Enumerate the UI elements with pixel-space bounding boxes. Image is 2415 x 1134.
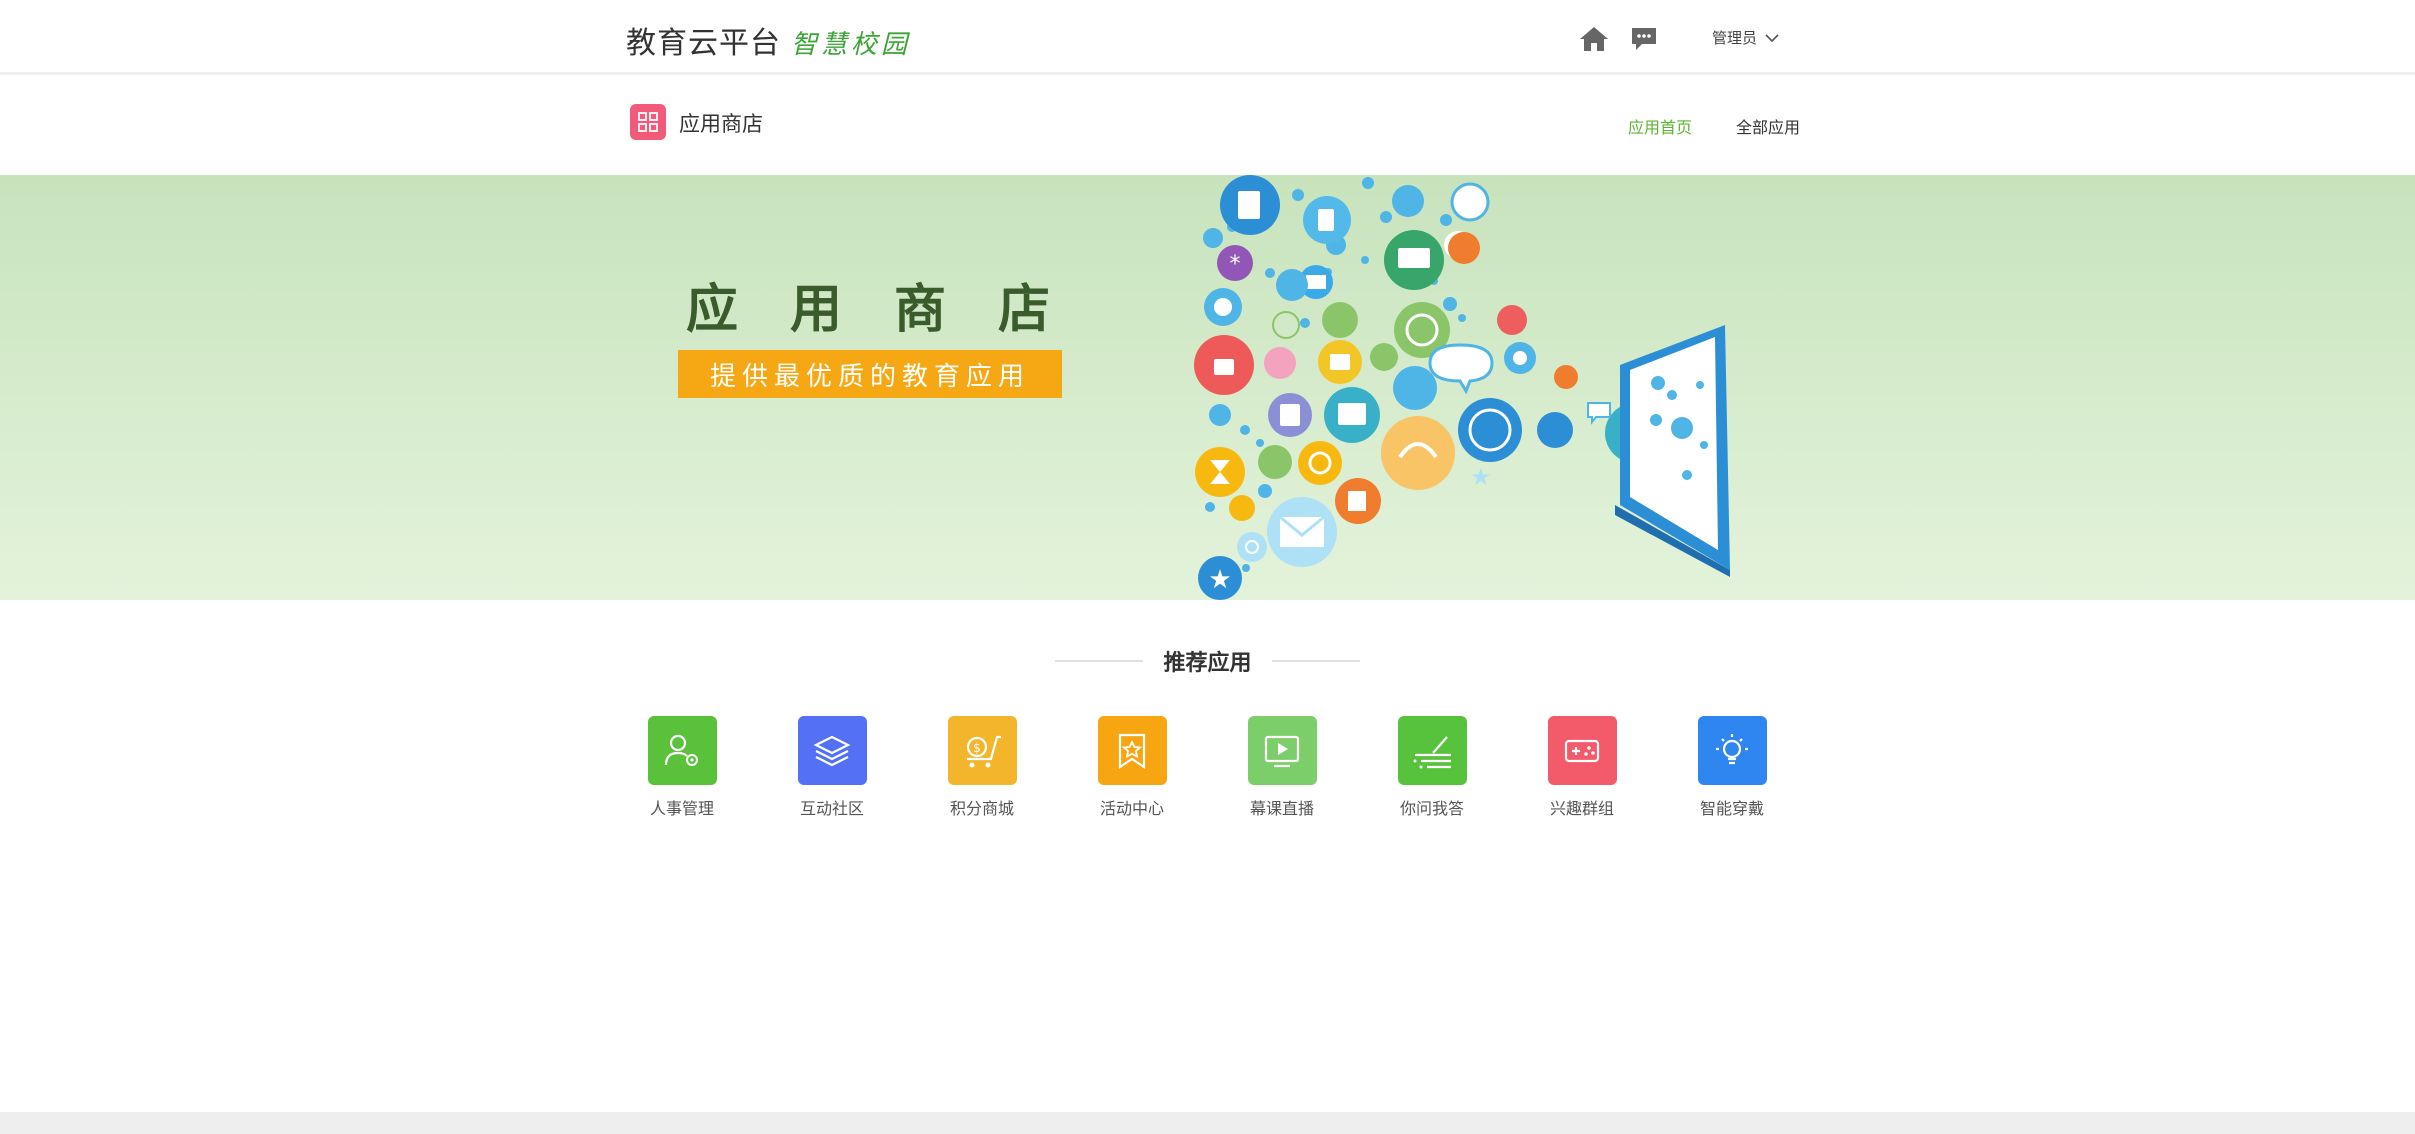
bulb-icon bbox=[1697, 716, 1767, 785]
banner-illustration: * ★ ★ bbox=[1194, 175, 1730, 600]
star-bookmark-icon bbox=[1097, 716, 1167, 785]
cart-coin-icon: $ bbox=[947, 716, 1017, 785]
recommended-title: 推荐应用 bbox=[1163, 651, 1252, 676]
store-title: 应用商店 bbox=[679, 112, 763, 136]
brand-sub-text: 智慧校园 bbox=[791, 30, 912, 60]
app-tile-smart-wearable[interactable]: 智能穿戴 bbox=[1657, 716, 1807, 819]
app-label: 智能穿戴 bbox=[1699, 799, 1764, 818]
play-screen-icon bbox=[1247, 716, 1317, 785]
banner-title: 应用商店 bbox=[686, 279, 1103, 340]
footer-strip bbox=[0, 1112, 2415, 1134]
svg-text:*: * bbox=[1230, 252, 1241, 277]
app-label: 互动社区 bbox=[799, 799, 864, 818]
store-subnav bbox=[0, 78, 2415, 175]
app-tile-points-mall[interactable]: $ 积分商城 bbox=[907, 716, 1057, 819]
app-label: 活动中心 bbox=[1099, 799, 1164, 818]
app-label: 积分商城 bbox=[949, 799, 1014, 818]
pen-list-icon bbox=[1397, 716, 1467, 785]
message-icon[interactable] bbox=[1628, 24, 1660, 54]
recommended-header: 推荐应用 bbox=[0, 645, 2415, 677]
app-label: 幕课直播 bbox=[1249, 799, 1314, 818]
divider-left bbox=[1055, 660, 1144, 662]
svg-text:$: $ bbox=[973, 741, 981, 755]
user-label: 管理员 bbox=[1712, 29, 1758, 47]
app-grid-icon bbox=[630, 104, 666, 140]
app-tile-hr[interactable]: 人事管理 bbox=[607, 716, 757, 819]
brand-main-text: 教育云平台 bbox=[626, 26, 781, 61]
app-tile-interest-group[interactable]: 兴趣群组 bbox=[1507, 716, 1657, 819]
app-tile-qa[interactable]: 你问我答 bbox=[1357, 716, 1507, 819]
chevron-down-icon bbox=[1765, 33, 1779, 42]
home-icon[interactable] bbox=[1578, 24, 1610, 54]
layers-icon bbox=[797, 716, 867, 785]
svg-text:★: ★ bbox=[1470, 463, 1492, 491]
app-label: 兴趣群组 bbox=[1549, 799, 1614, 818]
tablet-graphic bbox=[1615, 325, 1730, 577]
banner-subtitle: 提供最优质的教育应用 bbox=[678, 350, 1062, 398]
store-nav: 应用首页 全部应用 bbox=[1628, 114, 1800, 138]
nav-link-app-home[interactable]: 应用首页 bbox=[1628, 114, 1692, 138]
svg-text:★: ★ bbox=[1208, 565, 1231, 595]
recommended-apps: 人事管理 互动社区 $ 积分商城 活动中心 幕课直播 你问我答 兴趣群组 智能穿… bbox=[607, 716, 1807, 819]
nav-link-all-apps[interactable]: 全部应用 bbox=[1736, 114, 1800, 138]
top-icon-group bbox=[1578, 24, 1660, 54]
app-label: 你问我答 bbox=[1399, 799, 1464, 818]
hero-banner: 应用商店 提供最优质的教育应用 * ★ ★ bbox=[0, 175, 2415, 600]
app-tile-community[interactable]: 互动社区 bbox=[757, 716, 907, 819]
app-label: 人事管理 bbox=[649, 799, 714, 818]
user-menu[interactable]: 管理员 bbox=[1712, 27, 1779, 48]
app-tile-live-course[interactable]: 幕课直播 bbox=[1207, 716, 1357, 819]
brand-logo[interactable]: 教育云平台 智慧校园 bbox=[626, 18, 912, 61]
gamepad-icon bbox=[1547, 716, 1617, 785]
user-gear-icon bbox=[647, 716, 717, 785]
divider-right bbox=[1271, 660, 1360, 662]
app-tile-activity-center[interactable]: 活动中心 bbox=[1057, 716, 1207, 819]
top-header: 教育云平台 智慧校园 管理员 bbox=[0, 0, 2415, 75]
